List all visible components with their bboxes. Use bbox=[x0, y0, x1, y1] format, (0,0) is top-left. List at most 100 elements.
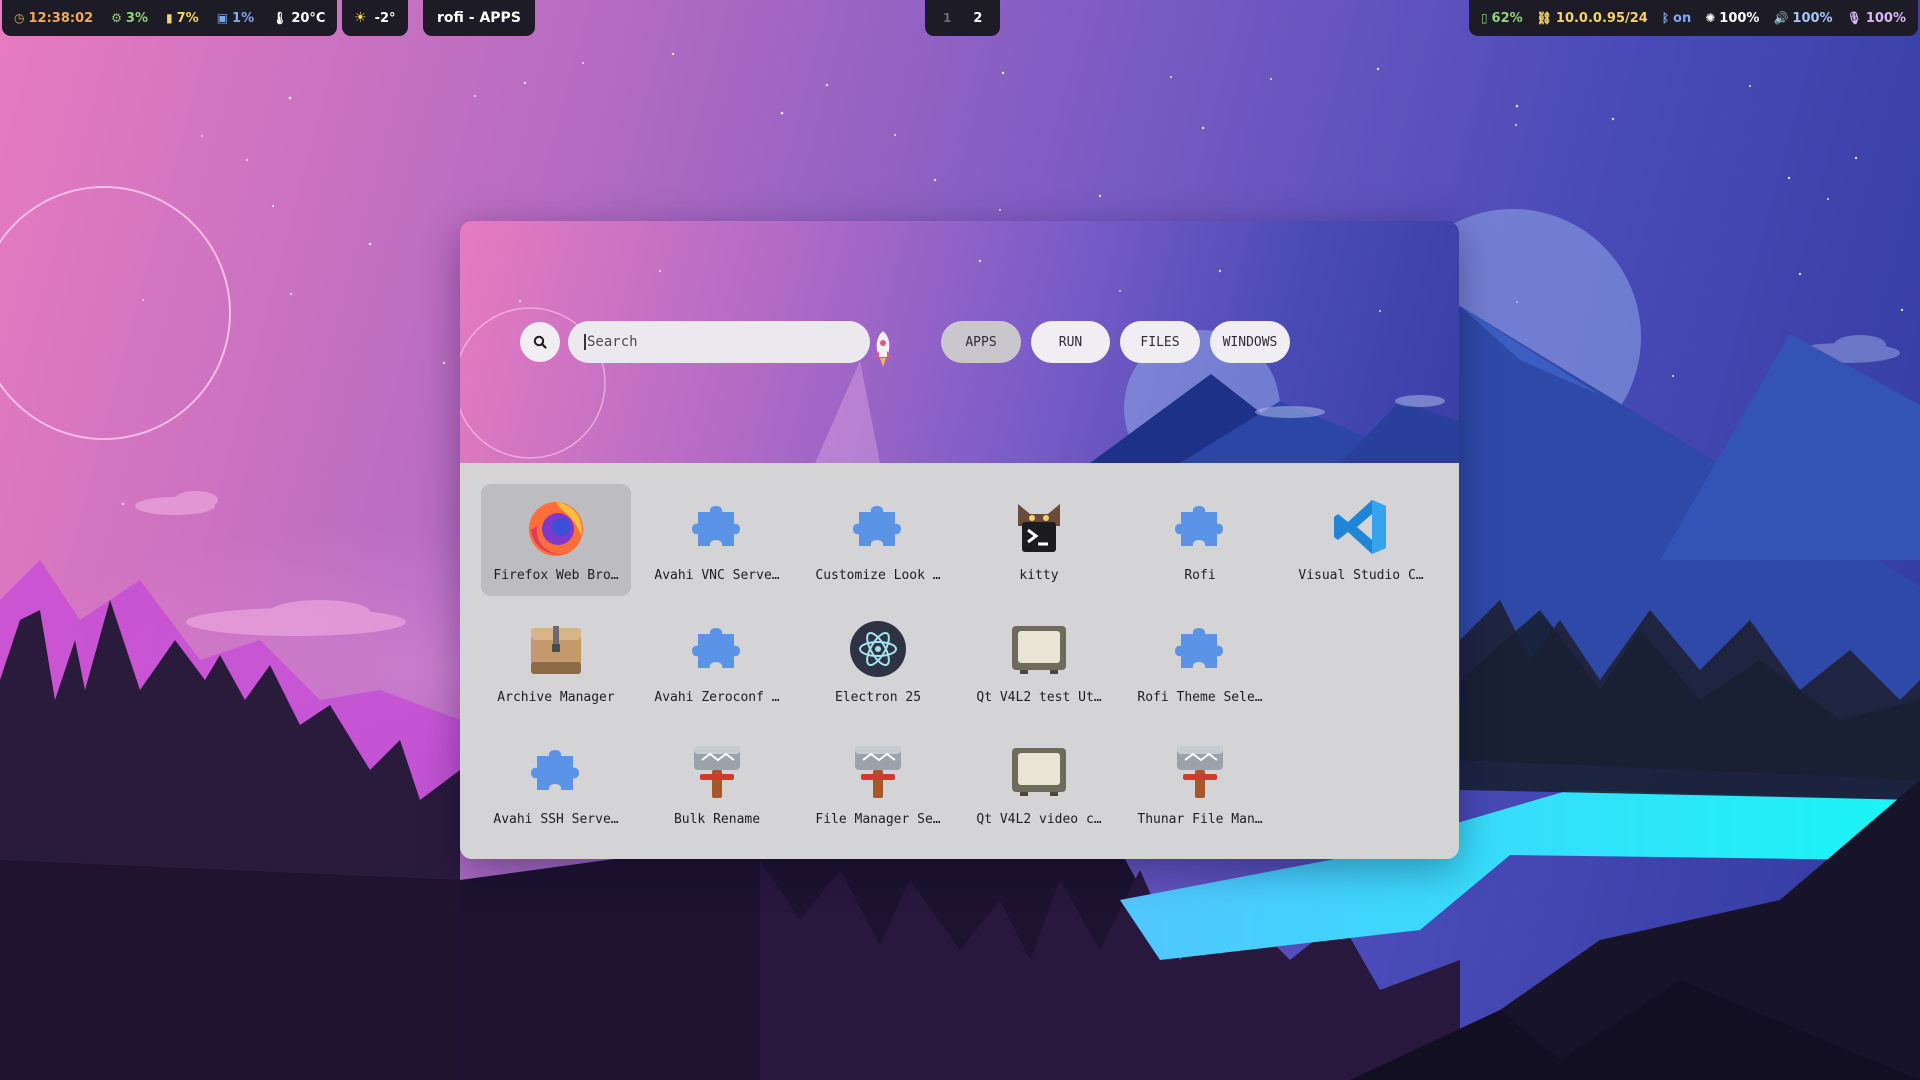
puzzle-icon bbox=[1167, 616, 1233, 682]
app-list: Firefox Web Bro… Avahi VNC Serve… Custom… bbox=[460, 463, 1459, 859]
app-label: Archive Manager bbox=[497, 690, 615, 705]
thunar-icon bbox=[684, 738, 750, 804]
bluetooth-widget[interactable]: ᛒ on bbox=[1662, 11, 1691, 26]
brightness-widget[interactable]: ✺ 100% bbox=[1705, 11, 1759, 26]
cpu-text: 3% bbox=[125, 10, 148, 26]
cpu-icon: ⚙ bbox=[111, 11, 122, 25]
app-item-rofi[interactable]: Rofi bbox=[1125, 484, 1275, 596]
mode-windows-button[interactable]: WINDOWS bbox=[1210, 321, 1290, 363]
webcam-icon bbox=[1006, 738, 1072, 804]
memory-text: 7% bbox=[176, 10, 199, 26]
app-item-vscode[interactable]: Visual Studio C… bbox=[1286, 484, 1436, 596]
launcher-header: APPS RUN FILES WINDOWS bbox=[460, 221, 1459, 463]
cpu-widget[interactable]: ⚙ 3% bbox=[111, 11, 148, 26]
status-bar-left: ◷ 12:38:02 ⚙ 3% ▮ 7% ▣ 1% 🌡 20°C bbox=[2, 0, 338, 36]
puzzle-icon bbox=[845, 494, 911, 560]
app-item-customize-look[interactable]: Customize Look … bbox=[803, 484, 953, 596]
firefox-icon bbox=[523, 494, 589, 560]
rocket-icon bbox=[873, 331, 893, 367]
app-label: Avahi SSH Serve… bbox=[493, 812, 619, 827]
clock-text: 12:38:02 bbox=[28, 10, 94, 26]
workspace-2[interactable]: 2 bbox=[973, 11, 982, 26]
app-item-electron[interactable]: Electron 25 bbox=[803, 606, 953, 718]
sun-icon: ☀ bbox=[354, 10, 367, 26]
battery-text: 62% bbox=[1491, 10, 1523, 26]
clock-icon: ◷ bbox=[14, 11, 25, 25]
memory-icon: ▮ bbox=[166, 11, 173, 25]
app-label: kitty bbox=[1019, 568, 1059, 583]
app-label: Rofi bbox=[1184, 568, 1216, 583]
volume-widget[interactable]: 🔊 100% bbox=[1773, 11, 1832, 26]
app-label: File Manager Se… bbox=[815, 812, 941, 827]
thermometer-icon: 🌡 bbox=[272, 11, 288, 25]
volume-text: 100% bbox=[1792, 10, 1833, 26]
app-label: Qt V4L2 test Ut… bbox=[976, 690, 1102, 705]
app-label: Visual Studio C… bbox=[1298, 568, 1424, 583]
weather-text: -2° bbox=[374, 10, 396, 26]
workspace-1[interactable]: 1 bbox=[943, 11, 951, 25]
puzzle-icon bbox=[523, 738, 589, 804]
search-button[interactable] bbox=[520, 322, 560, 362]
kitty-icon bbox=[1006, 494, 1072, 560]
archive-icon bbox=[523, 616, 589, 682]
rofi-launcher-window: APPS RUN FILES WINDOWS Firefox Web Bro… bbox=[460, 221, 1459, 859]
mode-files-button[interactable]: FILES bbox=[1120, 321, 1200, 363]
app-item-qt-v4l2-test[interactable]: Qt V4L2 test Ut… bbox=[964, 606, 1114, 718]
app-label: Avahi Zeroconf … bbox=[654, 690, 780, 705]
weather-widget[interactable]: ☀ -2° bbox=[342, 0, 408, 36]
app-item-thunar[interactable]: Thunar File Man… bbox=[1125, 728, 1275, 840]
app-item-qt-v4l2-video[interactable]: Qt V4L2 video c… bbox=[964, 728, 1114, 840]
disk-widget[interactable]: ▣ 1% bbox=[217, 11, 254, 26]
search-field[interactable] bbox=[568, 321, 870, 363]
app-label: Firefox Web Bro… bbox=[493, 568, 619, 583]
search-input[interactable] bbox=[584, 334, 854, 350]
app-item-file-manager-settings[interactable]: File Manager Se… bbox=[803, 728, 953, 840]
status-bar-right: ▯ 62% ⛓ 10.0.0.95/24 ᛒ on ✺ 100% 🔊 100% … bbox=[1468, 0, 1918, 36]
app-label: Avahi VNC Serve… bbox=[654, 568, 780, 583]
app-item-firefox[interactable]: Firefox Web Bro… bbox=[481, 484, 631, 596]
app-item-bulk-rename[interactable]: Bulk Rename bbox=[642, 728, 792, 840]
microphone-text: 100% bbox=[1865, 10, 1906, 26]
microphone-icon: 🎙 bbox=[1846, 11, 1862, 25]
app-item-rofi-theme-selector[interactable]: Rofi Theme Sele… bbox=[1125, 606, 1275, 718]
thunar-icon bbox=[845, 738, 911, 804]
disk-icon: ▣ bbox=[216, 11, 229, 25]
microphone-widget[interactable]: 🎙 100% bbox=[1847, 11, 1906, 26]
battery-icon: ▯ bbox=[1480, 11, 1488, 25]
electron-icon bbox=[845, 616, 911, 682]
bluetooth-icon: ᛒ bbox=[1661, 11, 1670, 25]
thunar-icon bbox=[1167, 738, 1233, 804]
disk-text: 1% bbox=[232, 10, 255, 26]
app-item-kitty[interactable]: kitty bbox=[964, 484, 1114, 596]
network-text: 10.0.0.95/24 bbox=[1555, 10, 1648, 26]
temperature-text: 20°C bbox=[291, 10, 326, 26]
app-item-archive-manager[interactable]: Archive Manager bbox=[481, 606, 631, 718]
memory-widget[interactable]: ▮ 7% bbox=[166, 11, 199, 26]
app-label: Customize Look … bbox=[815, 568, 941, 583]
app-label: Rofi Theme Sele… bbox=[1137, 690, 1263, 705]
app-item-avahi-zeroconf[interactable]: Avahi Zeroconf … bbox=[642, 606, 792, 718]
clock-widget[interactable]: ◷ 12:38:02 bbox=[14, 11, 93, 26]
brightness-text: 100% bbox=[1719, 10, 1760, 26]
puzzle-icon bbox=[684, 494, 750, 560]
link-icon: ⛓ bbox=[1536, 11, 1552, 25]
brightness-icon: ✺ bbox=[1705, 11, 1716, 25]
app-label: Qt V4L2 video c… bbox=[976, 812, 1102, 827]
search-icon bbox=[533, 335, 547, 349]
app-label: Electron 25 bbox=[834, 690, 922, 705]
app-item-avahi-ssh[interactable]: Avahi SSH Serve… bbox=[481, 728, 631, 840]
app-label: Bulk Rename bbox=[673, 812, 761, 827]
battery-widget[interactable]: ▯ 62% bbox=[1481, 11, 1523, 26]
webcam-icon bbox=[1006, 616, 1072, 682]
app-item-avahi-vnc[interactable]: Avahi VNC Serve… bbox=[642, 484, 792, 596]
window-title: rofi - APPS bbox=[423, 0, 535, 36]
speaker-icon: 🔊 bbox=[1773, 11, 1789, 25]
mode-run-button[interactable]: RUN bbox=[1031, 321, 1110, 363]
bluetooth-text: on bbox=[1673, 10, 1692, 26]
app-label: Thunar File Man… bbox=[1137, 812, 1263, 827]
mode-apps-button[interactable]: APPS bbox=[941, 321, 1021, 363]
vscode-icon bbox=[1328, 494, 1394, 560]
window-title-text: rofi - APPS bbox=[437, 10, 521, 26]
network-widget[interactable]: ⛓ 10.0.0.95/24 bbox=[1537, 11, 1648, 26]
temperature-widget[interactable]: 🌡 20°C bbox=[272, 11, 325, 26]
